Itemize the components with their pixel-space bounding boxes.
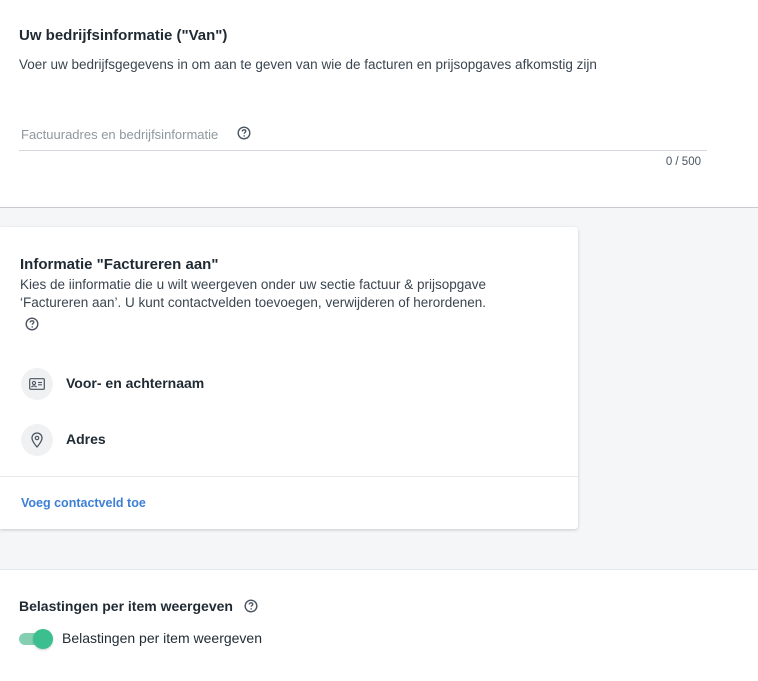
contact-field-label: Voor- en achternaam <box>66 375 205 391</box>
contact-field-label: Adres <box>66 431 106 447</box>
tax-per-item-toggle-label: Belastingen per item weergeven <box>62 630 263 646</box>
tax-section: Belastingen per item weergeven Belasting… <box>0 569 758 681</box>
tax-per-item-toggle[interactable] <box>19 629 53 649</box>
company-info-subtitle: Voer uw bedrijfsgegevens in om aan te ge… <box>19 57 597 72</box>
bill-to-description: Kies de iinformatie die u wilt weergeven… <box>20 277 487 310</box>
company-info-section: Uw bedrijfsinformatie ("Van") Voer uw be… <box>0 0 758 208</box>
help-icon[interactable] <box>25 317 39 331</box>
bill-to-title: Informatie "Factureren aan" <box>20 256 219 273</box>
company-address-placeholder: Factuuradres en bedrijfsinformatie <box>21 127 219 142</box>
company-address-field[interactable]: Factuuradres en bedrijfsinformatie <box>19 124 707 151</box>
divider <box>0 476 578 477</box>
character-counter: 0 / 500 <box>665 156 701 168</box>
contact-card-icon <box>21 368 53 400</box>
location-pin-icon <box>21 424 53 456</box>
tax-section-title: Belastingen per item weergeven <box>19 598 233 614</box>
add-contact-field-link[interactable]: Voeg contactveld toe <box>21 496 146 510</box>
bill-to-card: Informatie "Factureren aan" Kies de iinf… <box>0 227 578 529</box>
help-icon[interactable] <box>244 599 258 613</box>
toggle-thumb <box>33 629 53 649</box>
company-info-title: Uw bedrijfsinformatie ("Van") <box>19 27 228 44</box>
help-icon[interactable] <box>237 126 251 140</box>
